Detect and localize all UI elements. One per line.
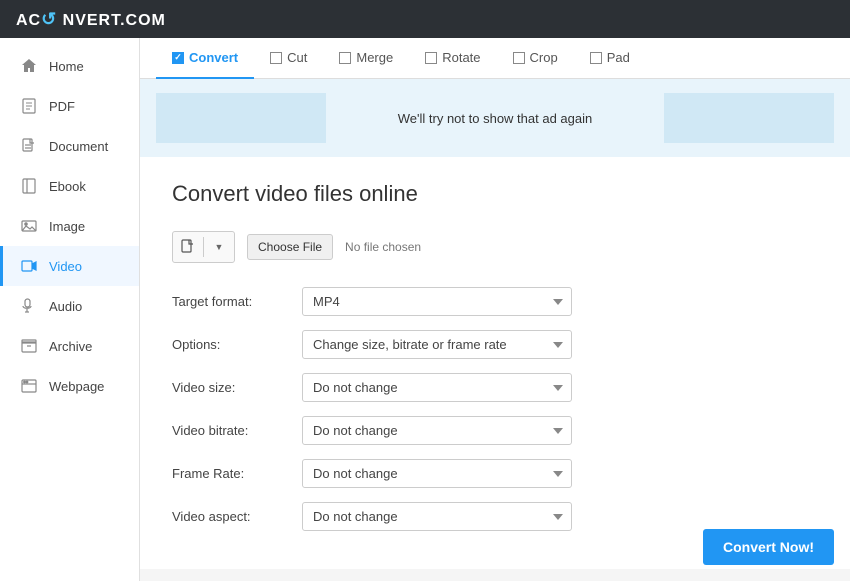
- choose-file-button[interactable]: Choose File: [247, 234, 333, 260]
- options-row: Options: Change size, bitrate or frame r…: [172, 330, 818, 359]
- file-chooser-row: ▼ Choose File No file chosen: [172, 231, 818, 263]
- sidebar-item-label: Video: [49, 259, 82, 274]
- target-format-row: Target format: MP4: [172, 287, 818, 316]
- sidebar-item-label: Document: [49, 139, 108, 154]
- ad-side-left: [156, 93, 326, 143]
- logo: AC↺ NVERT.COM: [16, 9, 166, 30]
- video-bitrate-row: Video bitrate: Do not change: [172, 416, 818, 445]
- sidebar-item-label: Home: [49, 59, 84, 74]
- sidebar-item-archive[interactable]: Archive: [0, 326, 139, 366]
- page-title: Convert video files online: [172, 181, 818, 207]
- ad-banner: We'll try not to show that ad again: [140, 79, 850, 157]
- video-aspect-row: Video aspect: Do not change: [172, 502, 818, 531]
- file-icon-button[interactable]: [173, 232, 203, 262]
- pdf-icon: [19, 96, 39, 116]
- tab-crop-checkbox: [513, 52, 525, 64]
- sidebar-item-ebook[interactable]: Ebook: [0, 166, 139, 206]
- ad-side-right: [664, 93, 834, 143]
- document-icon: [19, 136, 39, 156]
- main-wrap: ✓ Convert Cut Merge Rotate Crop Pad: [140, 38, 850, 581]
- tab-pad-checkbox: [590, 52, 602, 64]
- main-content: Convert video files online ▼ Choos: [140, 157, 850, 569]
- sidebar-item-webpage[interactable]: Webpage: [0, 366, 139, 406]
- tab-rotate-checkbox: [425, 52, 437, 64]
- frame-rate-label: Frame Rate:: [172, 466, 302, 481]
- sidebar-item-video[interactable]: Video: [0, 246, 139, 286]
- video-bitrate-label: Video bitrate:: [172, 423, 302, 438]
- tab-merge[interactable]: Merge: [323, 38, 409, 79]
- logo-rest: NVERT.COM: [57, 12, 166, 29]
- tab-label: Rotate: [442, 50, 480, 65]
- video-bitrate-select[interactable]: Do not change: [302, 416, 572, 445]
- sidebar-item-label: Webpage: [49, 379, 104, 394]
- sidebar-item-home[interactable]: Home: [0, 46, 139, 86]
- target-format-label: Target format:: [172, 294, 302, 309]
- convert-now-button[interactable]: Convert Now!: [703, 529, 834, 565]
- options-label: Options:: [172, 337, 302, 352]
- tab-cut[interactable]: Cut: [254, 38, 323, 79]
- sidebar-item-label: Archive: [49, 339, 92, 354]
- video-aspect-select[interactable]: Do not change: [302, 502, 572, 531]
- home-icon: [19, 56, 39, 76]
- tab-label: Merge: [356, 50, 393, 65]
- video-size-select[interactable]: Do not change: [302, 373, 572, 402]
- tab-label: Convert: [189, 50, 238, 65]
- frame-rate-row: Frame Rate: Do not change: [172, 459, 818, 488]
- video-size-label: Video size:: [172, 380, 302, 395]
- file-icon-group: ▼: [172, 231, 235, 263]
- tab-label: Cut: [287, 50, 307, 65]
- sidebar-item-pdf[interactable]: PDF: [0, 86, 139, 126]
- tab-merge-checkbox: [339, 52, 351, 64]
- sidebar-item-label: Ebook: [49, 179, 86, 194]
- tab-label: Crop: [530, 50, 558, 65]
- image-icon: [19, 216, 39, 236]
- tab-convert-checkbox: ✓: [172, 52, 184, 64]
- sidebar-item-image[interactable]: Image: [0, 206, 139, 246]
- tab-label: Pad: [607, 50, 630, 65]
- options-select[interactable]: Change size, bitrate or frame rate: [302, 330, 572, 359]
- sidebar-item-label: Image: [49, 219, 85, 234]
- tab-cut-checkbox: [270, 52, 282, 64]
- convert-btn-wrap: Convert Now!: [703, 529, 834, 565]
- video-size-row: Video size: Do not change: [172, 373, 818, 402]
- audio-icon: [19, 296, 39, 316]
- sidebar-item-document[interactable]: Document: [0, 126, 139, 166]
- sidebar-item-label: Audio: [49, 299, 82, 314]
- sidebar: Home PDF Document Ebook Image: [0, 38, 140, 581]
- video-aspect-label: Video aspect:: [172, 509, 302, 524]
- header: AC↺ NVERT.COM: [0, 0, 850, 38]
- file-dropdown-button[interactable]: ▼: [204, 232, 234, 262]
- sidebar-item-audio[interactable]: Audio: [0, 286, 139, 326]
- tab-convert[interactable]: ✓ Convert: [156, 38, 254, 79]
- target-format-select[interactable]: MP4: [302, 287, 572, 316]
- sidebar-item-label: PDF: [49, 99, 75, 114]
- content-area: Convert video files online ▼ Choos: [140, 157, 850, 569]
- logo-ac: AC: [16, 12, 41, 29]
- tabs-bar: ✓ Convert Cut Merge Rotate Crop Pad: [140, 38, 850, 79]
- archive-icon: [19, 336, 39, 356]
- logo-icon: ↺: [41, 9, 57, 29]
- tab-crop[interactable]: Crop: [497, 38, 574, 79]
- webpage-icon: [19, 376, 39, 396]
- frame-rate-select[interactable]: Do not change: [302, 459, 572, 488]
- video-icon: [19, 256, 39, 276]
- no-file-text: No file chosen: [345, 240, 421, 254]
- layout: Home PDF Document Ebook Image: [0, 38, 850, 581]
- tab-pad[interactable]: Pad: [574, 38, 646, 79]
- ebook-icon: [19, 176, 39, 196]
- tab-rotate[interactable]: Rotate: [409, 38, 496, 79]
- ad-text: We'll try not to show that ad again: [326, 111, 664, 126]
